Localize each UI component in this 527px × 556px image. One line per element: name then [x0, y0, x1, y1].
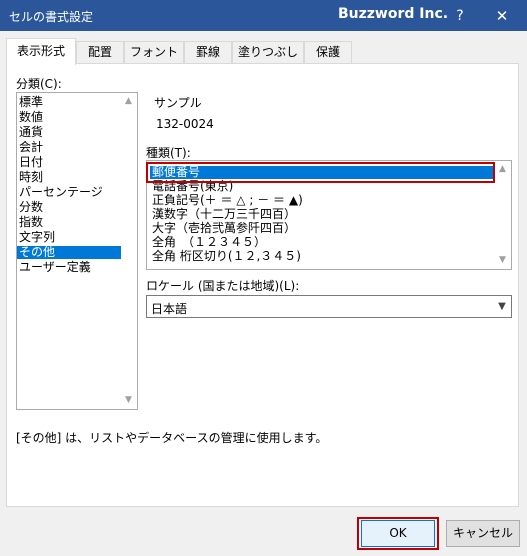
category-listbox[interactable]: 標準 数値 通貨 会計 日付 時刻 パーセンテージ 分数 指数 文字列 その他 …	[16, 92, 138, 410]
sample-label: サンプル	[154, 96, 202, 110]
tab-protection[interactable]: 保護	[304, 41, 352, 64]
close-icon[interactable]: ✕	[488, 4, 516, 28]
type-item-sign[interactable]: 正負記号(＋ ＝ △ ; － ＝ ▲)	[150, 194, 493, 207]
type-item-postal-code[interactable]: 郵便番号	[150, 166, 493, 179]
locale-label: ロケール (国または地域)(L):	[146, 279, 300, 293]
tab-border[interactable]: 罫線	[184, 41, 232, 64]
description-text: [その他] は、リストやデータベースの管理に使用します。	[16, 431, 328, 445]
type-item-daiji-numerals[interactable]: 大字（壱拾弐萬参阡四百）	[150, 222, 493, 235]
tab-fill[interactable]: 塗りつぶし	[232, 41, 304, 64]
type-label: 種類(T):	[146, 146, 191, 160]
tab-alignment[interactable]: 配置	[76, 41, 124, 64]
type-item-kanji-numerals[interactable]: 漢数字（十二万三千四百）	[150, 208, 493, 221]
category-item-percentage[interactable]: パーセンテージ	[17, 186, 121, 199]
category-item-text[interactable]: 文字列	[17, 231, 121, 244]
category-item-custom[interactable]: ユーザー定義	[17, 261, 121, 274]
chevron-down-icon[interactable]: ▼	[493, 296, 511, 317]
category-item-fraction[interactable]: 分数	[17, 201, 121, 214]
window-title: セルの書式設定	[9, 10, 94, 24]
locale-select[interactable]: 日本語 ▼	[146, 295, 512, 318]
tab-number-format[interactable]: 表示形式	[6, 38, 76, 65]
sample-value: 132-0024	[156, 117, 214, 131]
type-item-phone-tokyo[interactable]: 電話番号(東京)	[150, 180, 493, 193]
category-item-accounting[interactable]: 会計	[17, 141, 121, 154]
cancel-button[interactable]: キャンセル	[446, 520, 520, 547]
category-item-special[interactable]: その他	[17, 246, 121, 259]
category-item-time[interactable]: 時刻	[17, 171, 121, 184]
type-item-fullwidth-separator[interactable]: 全角 桁区切り(１２,３４５)	[150, 250, 493, 263]
ok-button[interactable]: OK	[361, 520, 435, 547]
locale-value: 日本語	[151, 302, 188, 316]
category-item-number[interactable]: 数値	[17, 111, 121, 124]
tab-font[interactable]: フォント	[124, 41, 184, 64]
type-scroll-down-icon[interactable]: ▼	[494, 252, 511, 269]
category-item-general[interactable]: 標準	[17, 96, 121, 109]
title-bar: セルの書式設定 Buzzword Inc. ? ✕	[0, 0, 527, 31]
category-scroll-up-icon[interactable]: ▲	[120, 93, 137, 110]
type-scroll-up-icon[interactable]: ▲	[494, 161, 511, 178]
brand-label: Buzzword Inc.	[338, 6, 449, 22]
type-item-fullwidth[interactable]: 全角 （１２３４５）	[150, 236, 493, 249]
type-listbox[interactable]: 郵便番号 電話番号(東京) 正負記号(＋ ＝ △ ; － ＝ ▲) 漢数字（十二…	[146, 160, 512, 270]
tab-strip: 表示形式 配置 フォント 罫線 塗りつぶし 保護	[0, 38, 527, 65]
category-item-scientific[interactable]: 指数	[17, 216, 121, 229]
help-icon[interactable]: ?	[448, 4, 472, 28]
category-item-currency[interactable]: 通貨	[17, 126, 121, 139]
category-label: 分類(C):	[16, 77, 62, 91]
category-item-date[interactable]: 日付	[17, 156, 121, 169]
category-scroll-down-icon[interactable]: ▼	[120, 392, 137, 409]
